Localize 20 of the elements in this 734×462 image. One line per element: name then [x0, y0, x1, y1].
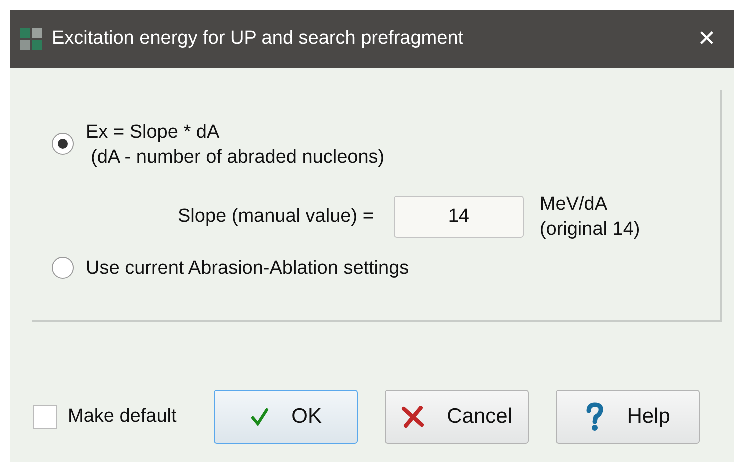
help-button[interactable]: Help	[556, 390, 700, 444]
unit-label: MeV/dA	[540, 193, 609, 217]
original-value-label: (original 14)	[540, 218, 640, 242]
checkbox[interactable]	[33, 405, 57, 429]
app-icon	[20, 28, 42, 50]
window-title: Excitation energy for UP and search prefragment	[52, 28, 465, 50]
cross-icon	[401, 406, 426, 428]
radio-label[interactable]: Use current Abrasion-Ablation settings	[86, 256, 410, 281]
close-button[interactable]: ✕	[684, 19, 730, 59]
option-note: (dA - number of abraded nucleons)	[90, 146, 385, 170]
radio-button[interactable]	[52, 133, 74, 155]
cancel-button[interactable]: Cancel	[384, 390, 529, 444]
question-mark-icon	[585, 402, 606, 432]
checkbox-label[interactable]: Make default	[68, 406, 177, 428]
radio-label[interactable]: Ex = Slope * dA	[86, 120, 385, 145]
ok-button[interactable]: OK	[214, 390, 358, 444]
radio-button[interactable]	[52, 257, 74, 279]
checkmark-icon	[250, 407, 270, 427]
slope-field[interactable]: 14	[394, 196, 524, 238]
slope-label: Slope (manual value) =	[178, 206, 374, 228]
